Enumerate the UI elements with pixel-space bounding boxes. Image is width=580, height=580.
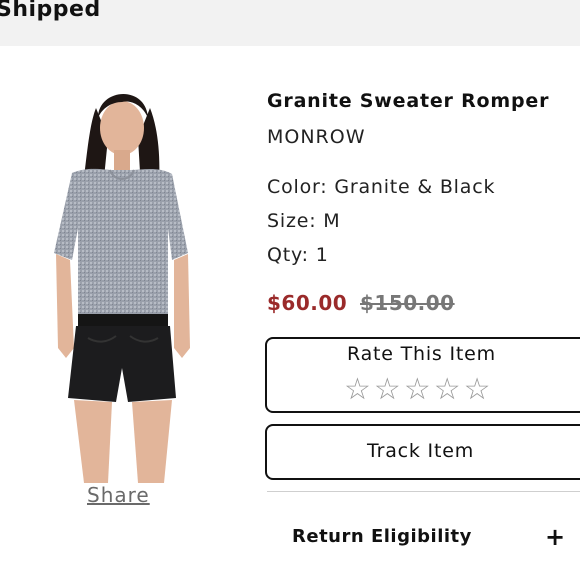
star-outline-icon[interactable]: ☆ bbox=[434, 375, 461, 405]
track-item-button[interactable]: Track Item bbox=[265, 424, 580, 480]
star-outline-icon[interactable]: ☆ bbox=[374, 375, 401, 405]
star-outline-icon[interactable]: ☆ bbox=[464, 375, 491, 405]
star-rating: ☆ ☆ ☆ ☆ ☆ bbox=[344, 375, 491, 405]
sale-price: $60.00 bbox=[267, 291, 348, 315]
order-status-text: Shipped bbox=[0, 0, 101, 22]
divider bbox=[267, 491, 580, 492]
return-eligibility-label: Return Eligibility bbox=[292, 526, 472, 547]
original-price: $150.00 bbox=[360, 291, 455, 315]
rate-item-title: Rate This Item bbox=[347, 343, 496, 365]
product-title: Granite Sweater Romper bbox=[267, 90, 550, 112]
product-quantity: Qty: 1 bbox=[267, 244, 329, 266]
product-image bbox=[54, 93, 190, 483]
share-link[interactable]: Share bbox=[87, 483, 150, 507]
order-status-bar: Shipped bbox=[0, 0, 580, 46]
product-size: Size: M bbox=[267, 210, 341, 232]
track-item-label: Track Item bbox=[367, 440, 475, 462]
product-color: Color: Granite & Black bbox=[267, 176, 496, 198]
return-eligibility-toggle[interactable]: Return Eligibility + bbox=[267, 515, 580, 555]
rate-item-panel: Rate This Item ☆ ☆ ☆ ☆ ☆ bbox=[265, 337, 580, 413]
product-brand: MONROW bbox=[267, 126, 366, 148]
star-outline-icon[interactable]: ☆ bbox=[344, 375, 371, 405]
plus-icon[interactable]: + bbox=[545, 523, 565, 551]
star-outline-icon[interactable]: ☆ bbox=[404, 375, 431, 405]
